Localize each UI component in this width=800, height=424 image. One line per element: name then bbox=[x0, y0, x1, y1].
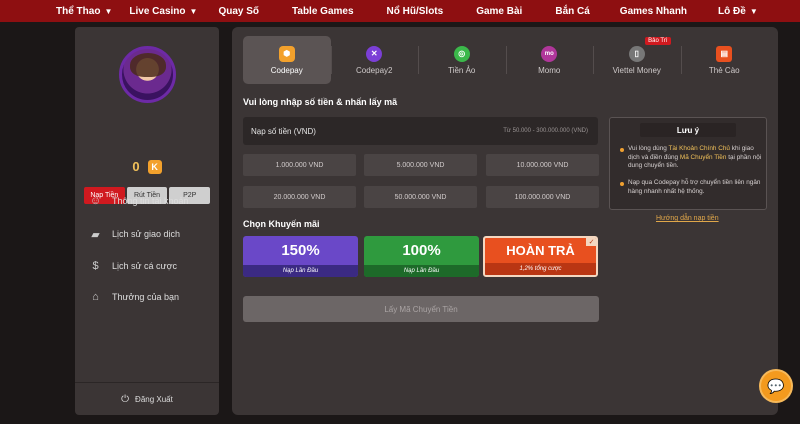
chevron-down-icon: ▼ bbox=[189, 6, 198, 16]
coin-icon: K bbox=[147, 159, 162, 174]
nav-item-the-thao[interactable]: Thể Thao ▼ bbox=[56, 0, 112, 22]
scratch-card-icon: ▤ bbox=[716, 45, 733, 62]
balance: 0 K bbox=[75, 159, 219, 174]
nav-label: Games Nhanh bbox=[619, 5, 688, 17]
tab-momo[interactable]: mo Momo bbox=[505, 36, 594, 84]
promo-card-150[interactable]: 150% Nạp Lần Đầu bbox=[243, 236, 358, 277]
preset-amount-button[interactable]: 5.000.000 VND bbox=[364, 154, 477, 176]
notice-title: Lưu ý bbox=[640, 123, 736, 137]
menu-label: Lịch sử cá cược bbox=[112, 261, 177, 271]
nav-item-games-nhanh[interactable]: Games Nhanh bbox=[620, 0, 687, 22]
promo-title: HOÀN TRẢ bbox=[506, 243, 575, 258]
top-nav: Thể Thao ▼ Live Casino ▼ Quay Số Table Gam… bbox=[0, 0, 800, 22]
tab-label: Codepay bbox=[270, 65, 303, 75]
chat-icon: 💬 bbox=[767, 377, 785, 394]
user-icon: ☺ bbox=[89, 195, 102, 207]
money-bag-icon: $ bbox=[92, 260, 99, 272]
preset-amount-button[interactable]: 20.000.000 VND bbox=[243, 186, 356, 208]
promo-subtitle: 1,2% tổng cược bbox=[485, 263, 596, 275]
notice-box: Lưu ý Vui lòng dùng Tài Khoản Chính Chủ … bbox=[609, 117, 767, 210]
notice-item: Nạp qua Codepay hỗ trợ chuyển tiền liên … bbox=[618, 179, 763, 196]
promo-card-cashback[interactable]: ✓ HOÀN TRẢ 1,2% tổng cược bbox=[483, 236, 598, 277]
promo-subtitle: Nạp Lần Đầu bbox=[364, 265, 479, 277]
codepay2-icon: ✕ bbox=[366, 45, 383, 62]
nav-label: Bắn Cá bbox=[555, 5, 590, 17]
promo-title: 150% bbox=[281, 242, 320, 259]
nav-item-game-bai[interactable]: Game Bài bbox=[476, 0, 522, 22]
menu-label: Thưởng của bạn bbox=[112, 292, 179, 302]
chevron-down-icon: ▼ bbox=[749, 6, 758, 16]
instruction-heading: Vui lòng nhập số tiền & nhấn lấy mã bbox=[243, 97, 398, 107]
nav-item-table-games[interactable]: Table Games bbox=[292, 0, 354, 22]
nav-item-slots[interactable]: Nổ Hũ/Slots bbox=[387, 0, 444, 22]
nav-label: Live Casino bbox=[129, 5, 186, 17]
notice-text: Vui lòng dùng bbox=[628, 145, 669, 152]
menu-label: Lịch sử giao dịch bbox=[112, 229, 181, 239]
menu-item-account-info[interactable]: ☺ Thông tin tài khoản bbox=[89, 195, 189, 207]
nav-item-ban-ca[interactable]: Bắn Cá bbox=[555, 0, 589, 22]
logout-icon: ⏻ bbox=[121, 393, 130, 405]
menu-item-bet-history[interactable]: $ Lịch sử cá cược bbox=[89, 260, 177, 272]
deposit-guide-link[interactable]: Hướng dẫn nạp tiền bbox=[656, 215, 719, 222]
logout-label: Đăng Xuất bbox=[135, 394, 173, 404]
amount-input[interactable]: Nạp số tiền (VND) Từ 50.000 - 300.000.00… bbox=[243, 117, 598, 145]
viettel-money-icon: ▯ bbox=[628, 45, 645, 62]
avatar-hair bbox=[130, 53, 166, 77]
menu-item-transaction-history[interactable]: ▰ Lịch sử giao dịch bbox=[89, 228, 181, 241]
chat-support-button[interactable]: 💬 bbox=[761, 371, 791, 401]
maintenance-badge: Bảo Trì bbox=[645, 37, 671, 45]
tab-label: Momo bbox=[538, 65, 561, 75]
notice-highlight: Tài Khoản Chính Chủ bbox=[668, 145, 730, 152]
promo-subtitle: Nạp Lần Đầu bbox=[243, 265, 358, 277]
tab-viettel-money[interactable]: Bảo Trì ▯ Viettel Money bbox=[593, 36, 681, 84]
menu-label: Thông tin tài khoản bbox=[112, 196, 189, 206]
amount-label: Nạp số tiền (VND) bbox=[251, 126, 316, 136]
tab-scratch-card[interactable]: ▤ Thẻ Cào bbox=[680, 36, 769, 84]
notice-item: Vui lòng dùng Tài Khoản Chính Chủ khi gi… bbox=[618, 145, 763, 171]
crypto-icon: ◎ bbox=[453, 45, 470, 62]
get-transfer-code-button[interactable]: Lấy Mã Chuyển Tiền bbox=[243, 296, 599, 322]
tab-label: Viettel Money bbox=[612, 65, 661, 75]
preset-amount-button[interactable]: 10.000.000 VND bbox=[486, 154, 599, 176]
avatar bbox=[119, 46, 176, 103]
nav-item-lo-de[interactable]: Lô Đề ▼ bbox=[718, 0, 758, 22]
tab-label: Thẻ Cào bbox=[708, 65, 740, 75]
preset-amount-button[interactable]: 100.000.000 VND bbox=[486, 186, 599, 208]
balance-value: 0 bbox=[132, 159, 140, 174]
nav-label: Quay Số bbox=[218, 5, 260, 17]
tab-codepay[interactable]: ⬢ Codepay bbox=[243, 36, 331, 84]
promo-heading: Chọn Khuyến mãi bbox=[243, 219, 320, 229]
nav-label: Lô Đề bbox=[718, 5, 746, 17]
payment-method-tabs: ⬢ Codepay ✕ Codepay2 ◎ Tiền Ảo mo Momo B… bbox=[243, 36, 768, 84]
nav-label: Table Games bbox=[292, 5, 354, 17]
account-panel: 0 K Nạp Tiền Rút Tiền P2P ☺ Thông tin tà… bbox=[75, 27, 219, 415]
wallet-icon: ▰ bbox=[91, 228, 100, 241]
tab-label: Codepay2 bbox=[356, 65, 393, 75]
gift-icon: ⌂ bbox=[92, 291, 99, 303]
nav-label: Thể Thao bbox=[56, 5, 101, 17]
notice-text: Nạp qua Codepay hỗ trợ chuyển tiền liên … bbox=[628, 179, 761, 195]
tab-label: Tiền Ảo bbox=[448, 65, 476, 75]
nav-label: Game Bài bbox=[476, 5, 523, 17]
notice-highlight: Mã Chuyển Tiền bbox=[679, 153, 727, 161]
menu-item-rewards[interactable]: ⌂ Thưởng của bạn bbox=[89, 291, 179, 303]
promo-title: 100% bbox=[402, 242, 441, 259]
promo-card-100[interactable]: 100% Nạp Lần Đầu bbox=[364, 236, 479, 277]
tab-crypto[interactable]: ◎ Tiền Ảo bbox=[418, 36, 506, 84]
checkmark-icon: ✓ bbox=[586, 238, 596, 246]
nav-item-live-casino[interactable]: Live Casino ▼ bbox=[129, 0, 197, 22]
logout-button[interactable]: ⏻ Đăng Xuất bbox=[75, 382, 219, 415]
deposit-panel: ⬢ Codepay ✕ Codepay2 ◎ Tiền Ảo mo Momo B… bbox=[232, 27, 778, 415]
codepay-icon: ⬢ bbox=[278, 45, 295, 62]
nav-item-quay-so[interactable]: Quay Số bbox=[218, 0, 259, 22]
preset-amount-button[interactable]: 1.000.000 VND bbox=[243, 154, 356, 176]
chevron-down-icon: ▼ bbox=[104, 6, 113, 16]
nav-label: Nổ Hũ/Slots bbox=[386, 5, 444, 17]
amount-range: Từ 50.000 - 300.000.000 (VND) bbox=[503, 128, 588, 134]
preset-amount-button[interactable]: 50.000.000 VND bbox=[364, 186, 477, 208]
momo-icon: mo bbox=[541, 45, 558, 62]
tab-codepay2[interactable]: ✕ Codepay2 bbox=[330, 36, 419, 84]
